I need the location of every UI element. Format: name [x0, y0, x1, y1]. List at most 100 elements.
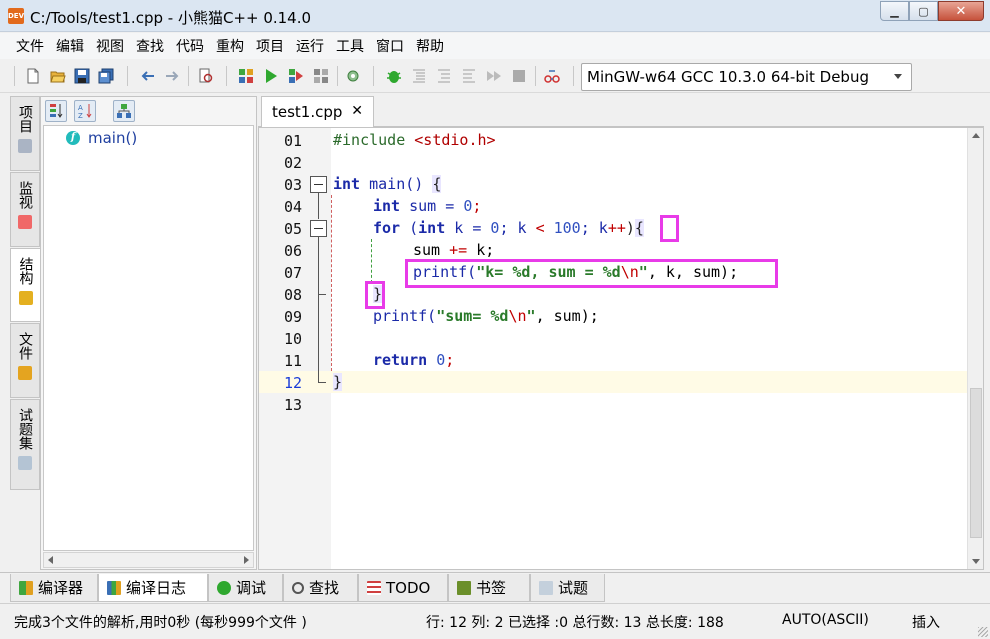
line-number: 06	[284, 242, 303, 260]
run-icon[interactable]	[263, 68, 279, 84]
tab-problem[interactable]: 试题	[530, 574, 605, 602]
menu-window[interactable]: 窗口	[370, 33, 410, 59]
tab-structure[interactable]: 结构	[10, 248, 40, 322]
tab-bookmarks[interactable]: 书签	[448, 574, 530, 602]
fold-toggle-main[interactable]	[310, 176, 327, 193]
redo-icon[interactable]	[164, 68, 180, 84]
search-icon	[292, 581, 304, 594]
current-line: 12 }	[259, 371, 967, 393]
tab-watch[interactable]: 监视	[10, 172, 40, 247]
find-icon[interactable]	[198, 68, 214, 84]
cursor-position: 行: 12 列: 2 已选择 :0 总行数: 13 总长度: 188	[426, 615, 724, 631]
rebuild-icon[interactable]	[313, 68, 329, 84]
code-line: 02	[259, 151, 967, 173]
continue-icon[interactable]	[486, 68, 502, 84]
fold-toggle-for[interactable]	[310, 220, 327, 237]
code-editor[interactable]: 01 #include <stdio.h> 02 03 int main() {…	[258, 127, 984, 570]
menu-file[interactable]: 文件	[10, 33, 50, 59]
function-icon: f	[66, 131, 80, 145]
tab-problem-set[interactable]: 试题集	[10, 399, 40, 490]
editor-vscrollbar[interactable]	[967, 128, 983, 569]
highlight-box-close-brace	[365, 281, 385, 309]
line-number: 08	[284, 286, 303, 304]
line-number: 01	[284, 132, 303, 150]
folder-icon	[18, 366, 32, 380]
menu-run[interactable]: 运行	[290, 33, 330, 59]
indent-guide	[331, 195, 332, 371]
compile-icon[interactable]	[238, 68, 254, 84]
line-number: 02	[284, 154, 303, 172]
structure-panel: AZ f main()	[40, 96, 257, 570]
tab-files[interactable]: 文件	[10, 323, 40, 398]
sort-alpha-icon: AZ	[78, 104, 92, 120]
toolbar-grip	[14, 66, 15, 86]
title-bar: DEV C:/Tools/test1.cpp - 小熊猫C++ 0.14.0 ▁…	[0, 0, 990, 32]
debug-icon[interactable]	[386, 68, 402, 84]
structure-hscrollbar[interactable]	[43, 552, 254, 568]
save-all-icon[interactable]	[98, 68, 114, 84]
step-out-icon[interactable]	[461, 68, 477, 84]
problem-set-icon[interactable]	[544, 68, 560, 84]
tree-item-main[interactable]: f main()	[66, 129, 137, 147]
scroll-left-icon[interactable]	[48, 556, 53, 564]
close-tab-icon[interactable]: ✕	[351, 103, 363, 119]
highlight-box-printf	[405, 259, 778, 288]
line-number: 10	[284, 330, 303, 348]
new-file-icon[interactable]	[25, 68, 41, 84]
menu-view[interactable]: 视图	[90, 33, 130, 59]
step-into-icon[interactable]	[436, 68, 452, 84]
scroll-thumb[interactable]	[970, 388, 982, 538]
tab-debug[interactable]: 调试	[208, 574, 283, 602]
show-inherited-button[interactable]	[113, 100, 135, 122]
menu-project[interactable]: 项目	[250, 33, 290, 59]
menu-search[interactable]: 查找	[130, 33, 170, 59]
line-number: 07	[284, 264, 303, 282]
line-number: 05	[284, 220, 303, 238]
scroll-up-icon[interactable]	[972, 133, 980, 138]
menu-help[interactable]: 帮助	[410, 33, 450, 59]
tab-search[interactable]: 查找	[283, 574, 358, 602]
chevron-down-icon	[894, 74, 902, 79]
file-encoding[interactable]: AUTO(ASCII)	[782, 612, 869, 628]
scroll-down-icon[interactable]	[972, 559, 980, 564]
sort-alpha-button[interactable]: AZ	[74, 100, 96, 122]
scroll-right-icon[interactable]	[244, 556, 249, 564]
tab-compile-log[interactable]: 编译日志	[98, 574, 208, 602]
compile-run-icon[interactable]	[288, 68, 304, 84]
bookmark-icon	[457, 580, 471, 595]
editor-tab-bar: test1.cpp ✕	[258, 96, 984, 128]
open-folder-icon[interactable]	[50, 68, 66, 84]
indent-guide	[371, 239, 372, 283]
menu-code[interactable]: 代码	[170, 33, 210, 59]
resize-grip[interactable]	[978, 627, 988, 637]
stop-icon[interactable]	[511, 68, 527, 84]
menu-refactor[interactable]: 重构	[210, 33, 250, 59]
undo-icon[interactable]	[140, 68, 156, 84]
code-line: 05 for (int k = 0; k < 100; k++){	[284, 219, 644, 238]
watch-icon	[18, 215, 32, 229]
tab-compiler[interactable]: 编译器	[10, 574, 98, 602]
line-number: 11	[284, 352, 303, 370]
code-line: 11 return 0;	[284, 351, 455, 370]
code-line: 03 int main() {	[284, 175, 442, 194]
line-number: 13	[284, 396, 303, 414]
bottom-panel-tabs: 编译器 编译日志 调试 查找 TODO 书签 试题	[0, 572, 990, 602]
sort-by-type-button[interactable]	[45, 100, 67, 122]
save-icon[interactable]	[74, 68, 90, 84]
compiler-icon	[19, 580, 33, 595]
todo-icon	[367, 580, 381, 595]
line-number: 09	[284, 308, 303, 326]
minimize-button[interactable]: ▁	[880, 1, 909, 21]
close-button[interactable]: ✕	[938, 1, 984, 21]
code-line: 13	[259, 393, 967, 415]
tab-test1-cpp[interactable]: test1.cpp ✕	[261, 96, 374, 128]
menu-tools[interactable]: 工具	[330, 33, 370, 59]
tab-todo[interactable]: TODO	[358, 574, 448, 602]
compiler-select[interactable]: MinGW-w64 GCC 10.3.0 64-bit Debug	[581, 63, 912, 91]
menu-edit[interactable]: 编辑	[50, 33, 90, 59]
window-controls: ▁ ▢ ✕	[880, 1, 984, 21]
tab-project[interactable]: 项目	[10, 96, 40, 171]
maximize-button[interactable]: ▢	[909, 1, 938, 21]
options-icon[interactable]	[345, 68, 361, 84]
step-over-icon[interactable]	[411, 68, 427, 84]
